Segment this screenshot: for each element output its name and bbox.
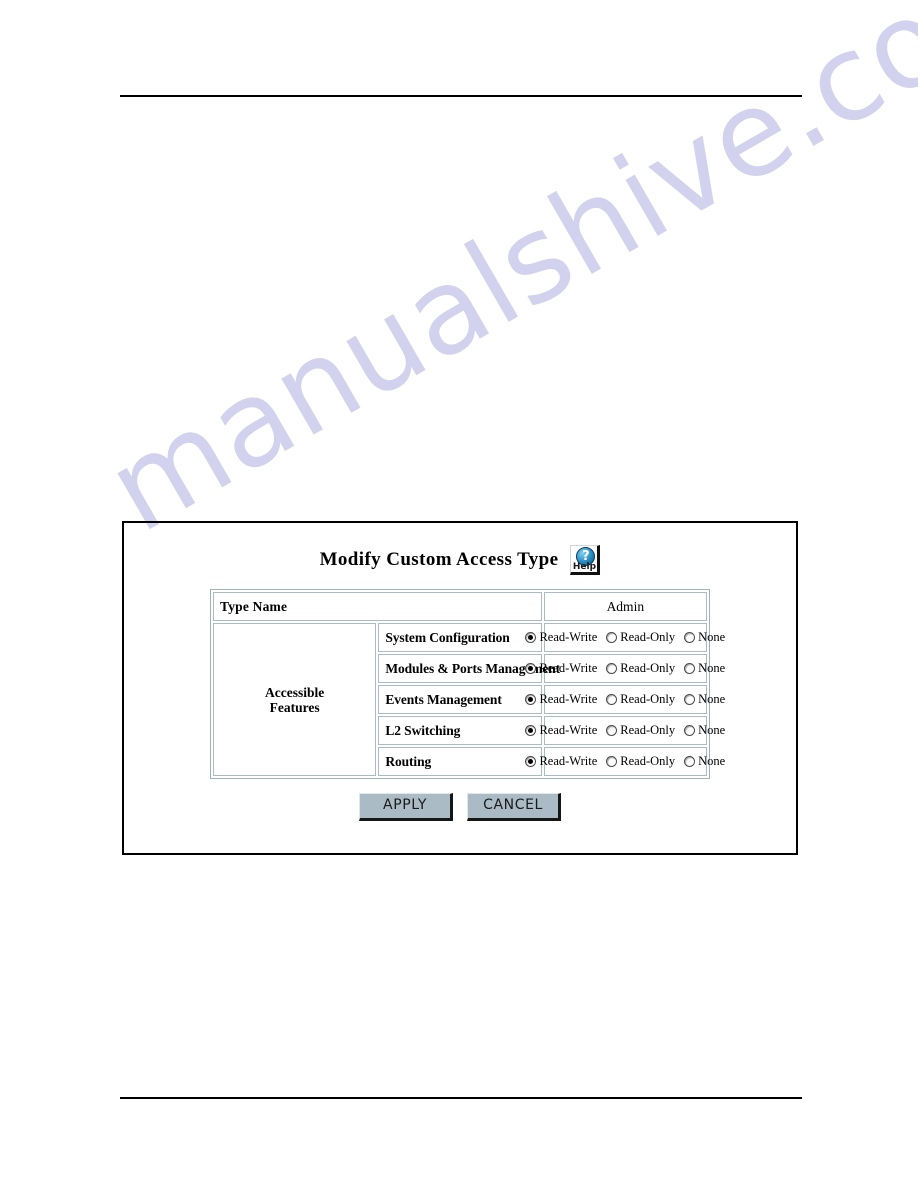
radio-dot-icon xyxy=(684,694,696,705)
radio-label: Read-Only xyxy=(620,661,676,675)
radio-dot-icon xyxy=(684,725,696,736)
custom-access-table: Type Name Admin Accessible Features Syst… xyxy=(210,589,725,779)
radio-l2-switching-read-write[interactable]: Read-Write xyxy=(525,723,597,738)
radio-system-configuration-read-write[interactable]: Read-Write xyxy=(525,630,597,645)
access-options-events-management: Read-Write Read-Only None xyxy=(525,685,725,714)
radio-l2-switching-read-only[interactable]: Read-Only xyxy=(606,723,675,738)
radio-system-configuration-none[interactable]: None xyxy=(684,630,725,645)
help-button[interactable]: ? Help xyxy=(570,545,601,575)
dialog-button-row: APPLY CANCEL xyxy=(124,793,796,821)
watermark-text: manualshive.com xyxy=(85,0,918,559)
footer-rule xyxy=(120,1097,802,1099)
access-options-routing: Read-Write Read-Only None xyxy=(525,747,725,776)
access-options-modules-ports-management: Read-Write Read-Only None xyxy=(525,654,725,683)
apply-button[interactable]: APPLY xyxy=(359,793,453,821)
table-row-type-name: Type Name Admin xyxy=(213,592,707,621)
accessible-features-line1: Accessible xyxy=(265,684,325,700)
radio-label: Read-Write xyxy=(539,692,598,706)
access-options-system-configuration: Read-Write Read-Only None xyxy=(525,623,725,652)
radio-dot-icon xyxy=(606,694,618,705)
radio-label: Read-Only xyxy=(620,754,676,768)
radio-dot-icon xyxy=(606,663,618,674)
radio-modules-ports-management-read-only[interactable]: Read-Only xyxy=(606,661,675,676)
feature-label-system-configuration: System Configuration xyxy=(378,623,542,652)
feature-label-routing: Routing xyxy=(378,747,542,776)
access-options-l2-switching: Read-Write Read-Only None xyxy=(525,716,725,745)
radio-dot-icon xyxy=(525,663,537,674)
radio-label: Read-Write xyxy=(539,630,598,644)
radio-label: Read-Only xyxy=(620,692,676,706)
page-title: Modify Custom Access Type xyxy=(319,549,559,570)
radio-dot-icon xyxy=(606,632,618,643)
radio-dot-icon xyxy=(606,756,618,767)
radio-dot-icon xyxy=(525,756,537,767)
radio-events-management-read-only[interactable]: Read-Only xyxy=(606,692,675,707)
radio-dot-icon xyxy=(525,632,537,643)
radio-l2-switching-none[interactable]: None xyxy=(684,723,725,738)
feature-label-l2-switching: L2 Switching xyxy=(378,716,542,745)
accessible-features-label: Accessible Features xyxy=(213,623,377,776)
radio-modules-ports-management-read-write[interactable]: Read-Write xyxy=(525,661,597,676)
type-name-label: Type Name xyxy=(213,592,542,621)
radio-routing-read-write[interactable]: Read-Write xyxy=(525,754,597,769)
radio-label: None xyxy=(698,754,726,768)
radio-dot-icon xyxy=(684,756,696,767)
radio-label: Read-Write xyxy=(539,723,598,737)
radio-routing-none[interactable]: None xyxy=(684,754,725,769)
cancel-button[interactable]: CANCEL xyxy=(467,793,561,821)
radio-label: Read-Write xyxy=(539,661,598,675)
accessible-features-line2: Features xyxy=(269,699,320,715)
radio-dot-icon xyxy=(606,725,618,736)
radio-events-management-none[interactable]: None xyxy=(684,692,725,707)
feature-label-events-management: Events Management xyxy=(378,685,542,714)
radio-label: None xyxy=(698,723,726,737)
help-button-label: Help xyxy=(572,562,597,572)
radio-modules-ports-management-none[interactable]: None xyxy=(684,661,725,676)
radio-dot-icon xyxy=(684,632,696,643)
feature-label-modules-ports-management: Modules & Ports Management xyxy=(378,654,560,683)
radio-label: Read-Only xyxy=(620,723,676,737)
radio-dot-icon xyxy=(684,663,696,674)
radio-label: Read-Write xyxy=(539,754,598,768)
radio-label: Read-Only xyxy=(620,630,676,644)
modify-custom-access-type-dialog: Modify Custom Access Type ? Help Type Na… xyxy=(122,521,798,855)
radio-label: None xyxy=(698,661,726,675)
radio-events-management-read-write[interactable]: Read-Write xyxy=(525,692,597,707)
radio-routing-read-only[interactable]: Read-Only xyxy=(606,754,675,769)
radio-label: None xyxy=(698,630,726,644)
radio-dot-icon xyxy=(525,725,537,736)
dialog-title-row: Modify Custom Access Type ? Help xyxy=(124,545,796,575)
table-row: Accessible Features System Configuration… xyxy=(213,623,725,776)
admin-column-header: Admin xyxy=(543,592,707,621)
access-table-wrapper: Type Name Admin Accessible Features Syst… xyxy=(210,589,725,779)
radio-dot-icon xyxy=(525,694,537,705)
radio-label: None xyxy=(698,692,726,706)
radio-system-configuration-read-only[interactable]: Read-Only xyxy=(606,630,675,645)
header-rule xyxy=(120,95,802,97)
